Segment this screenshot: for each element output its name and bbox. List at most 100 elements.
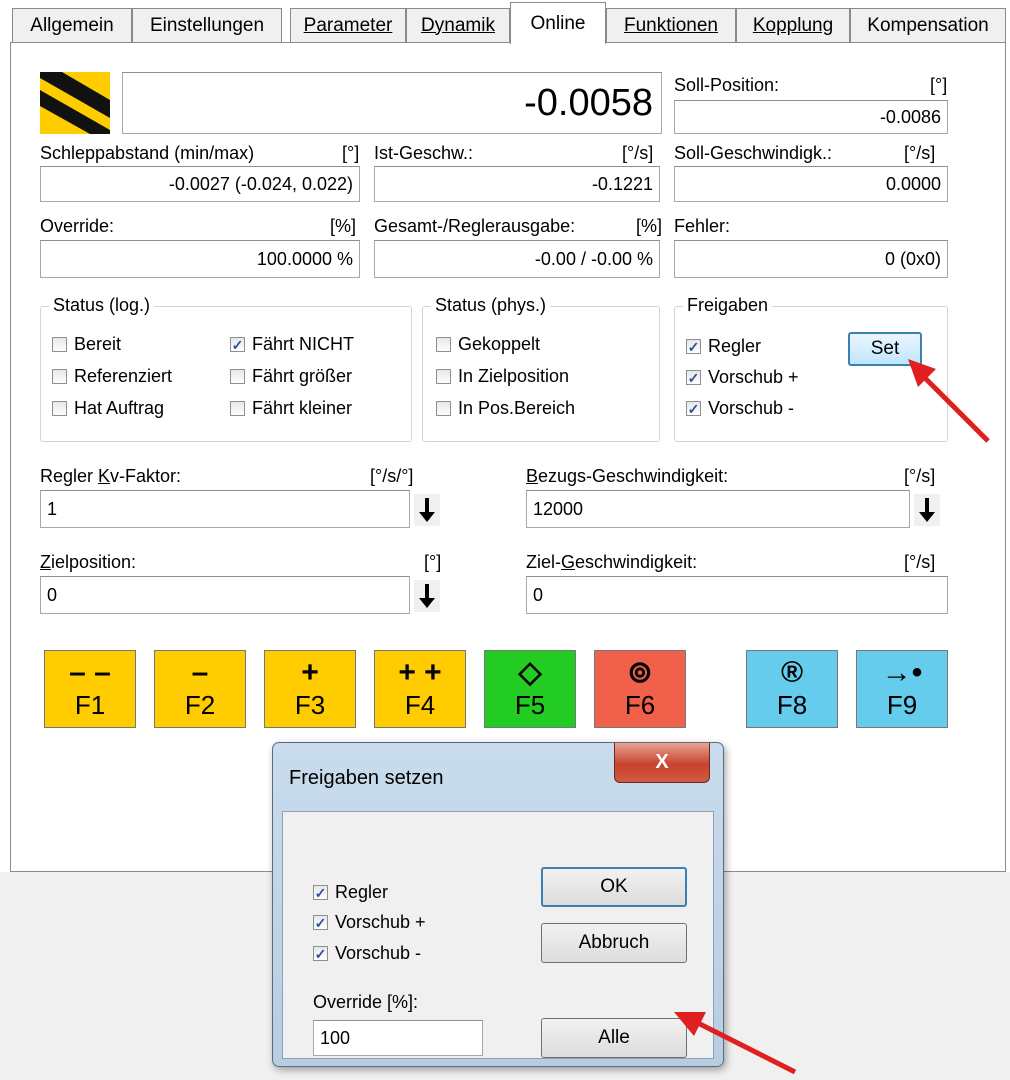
checkbox-box[interactable] [52,337,67,352]
checkbox-label: Fährt kleiner [252,398,353,418]
checkbox-box[interactable] [436,337,451,352]
tab-kopplung[interactable]: Kopplung [736,8,850,42]
f6-stop-button[interactable]: ⊚ F6 [594,650,686,728]
dialog-checkbox-vorschub-plus[interactable]: ✓ Vorschub + [313,912,426,933]
dialog-override-input[interactable]: 100 [313,1020,483,1056]
ok-button[interactable]: OK [541,867,687,907]
fkey-label: F5 [514,690,546,720]
soll-geschw-field: 0.0000 [674,166,948,202]
checkbox-label: Vorschub - [708,398,795,418]
checkbox-regler[interactable]: ✓ Regler [686,336,761,357]
f2-minus-button[interactable]: – F2 [154,650,246,728]
dialog-close-button[interactable]: X [614,743,710,783]
checkbox-label: Gekoppelt [458,334,541,354]
soll-position-label: Soll-Position: [674,75,780,95]
kv-faktor-apply-button[interactable] [414,494,440,526]
tab-label: Allgemein [30,14,114,36]
f4-fast-plus-button[interactable]: + + F4 [374,650,466,728]
checkbox-checked[interactable]: ✓ [686,401,701,416]
f1-fast-minus-button[interactable]: – – F1 [44,650,136,728]
checkbox-vorschub-minus[interactable]: ✓ Vorschub - [686,398,794,419]
checkbox-box[interactable] [52,401,67,416]
checkbox-in-pos-bereich[interactable]: In Pos.Bereich [436,398,575,419]
checkbox-box[interactable] [436,369,451,384]
checkbox-checked[interactable]: ✓ [313,946,328,961]
tab-online[interactable]: Online [510,2,606,44]
annotation-arrow-icon [908,359,990,443]
tab-allgemein[interactable]: Allgemein [12,8,132,42]
checkbox-label: Referenziert [74,366,173,386]
checkbox-faehrt-kleiner[interactable]: Fährt kleiner [230,398,352,419]
checkbox-in-zielposition[interactable]: In Zielposition [436,366,569,387]
fkey-label: F8 [776,690,808,720]
tab-label: Online [530,12,586,34]
checkbox-bereit[interactable]: Bereit [52,334,121,355]
checkbox-label: Fährt NICHT [252,334,355,354]
dialog-checkbox-vorschub-minus[interactable]: ✓ Vorschub - [313,943,421,964]
ziel-geschw-input[interactable]: 0 [526,576,948,614]
close-icon: X [655,751,669,773]
bezugs-geschw-label: Bezugs-Geschwindigkeit: [526,466,729,486]
status-phys-title: Status (phys.) [431,295,551,316]
checkbox-referenziert[interactable]: Referenziert [52,366,172,387]
checkbox-box[interactable] [230,369,245,384]
jog-plus-icon: + [301,656,319,689]
jog-fast-plus-icon: + + [398,656,442,689]
checkbox-label: Hat Auftrag [74,398,165,418]
checkbox-checked[interactable]: ✓ [313,885,328,900]
f3-plus-button[interactable]: + F3 [264,650,356,728]
tab-label: Parameter [303,14,393,36]
f5-start-button[interactable]: ◇ F5 [484,650,576,728]
f9-reference-button[interactable]: →• F9 [856,650,948,728]
schleppabstand-field: -0.0027 (-0.024, 0.022) [40,166,360,202]
ist-geschw-label: Ist-Geschw.: [374,143,474,163]
freigaben-title: Freigaben [683,295,773,316]
zielposition-label: Zielposition: [40,552,137,572]
fkey-label: F9 [886,690,918,720]
tab-kompensation[interactable]: Kompensation [850,8,1006,42]
arrow-down-icon [919,498,935,522]
tab-dynamik[interactable]: Dynamik [406,8,510,42]
checkbox-label: Vorschub + [708,367,799,387]
fkey-label: F6 [624,690,656,720]
checkbox-hat-auftrag[interactable]: Hat Auftrag [52,398,164,419]
checkbox-label: In Zielposition [458,366,570,386]
bezugs-geschw-apply-button[interactable] [914,494,940,526]
tab-funktionen[interactable]: Funktionen [606,8,736,42]
checkbox-checked[interactable]: ✓ [686,339,701,354]
checkbox-label: In Pos.Bereich [458,398,576,418]
tab-label: Funktionen [623,14,718,36]
checkbox-box[interactable] [52,369,67,384]
checkbox-checked[interactable]: ✓ [313,915,328,930]
ist-geschw-field: -0.1221 [374,166,660,202]
ziel-geschw-unit: [°/s] [904,552,936,572]
zielposition-input[interactable]: 0 [40,576,410,614]
kv-faktor-input[interactable]: 1 [40,490,410,528]
checkbox-box[interactable] [230,401,245,416]
dialog-checkbox-regler[interactable]: ✓ Regler [313,882,388,903]
soll-position-field: -0.0086 [674,100,948,134]
tab-label: Einstellungen [149,14,265,36]
checkbox-checked[interactable]: ✓ [230,337,245,352]
tab-bar: Allgemein Einstellungen Parameter Dynami… [0,0,1010,44]
cancel-button[interactable]: Abbruch [541,923,687,963]
checkbox-checked[interactable]: ✓ [686,370,701,385]
checkbox-faehrt-nicht[interactable]: ✓ Fährt NICHT [230,334,354,355]
checkbox-vorschub-plus[interactable]: ✓ Vorschub + [686,367,799,388]
zielposition-apply-button[interactable] [414,580,440,612]
ist-geschw-unit: [°/s] [622,143,654,163]
dialog-body: ✓ Regler ✓ Vorschub + ✓ Vorschub - OK Abbru… [282,811,714,1059]
tab-einstellungen[interactable]: Einstellungen [132,8,282,42]
kv-faktor-label: Regler Kv-Faktor: [40,466,182,486]
start-icon: ◇ [518,656,542,689]
fkey-label: F3 [294,690,326,720]
fkey-label: F1 [74,690,106,720]
bezugs-geschw-input[interactable]: 12000 [526,490,910,528]
f8-reset-button[interactable]: ® F8 [746,650,838,728]
checkbox-gekoppelt[interactable]: Gekoppelt [436,334,540,355]
checkbox-box[interactable] [436,401,451,416]
tab-parameter[interactable]: Parameter [290,8,406,42]
checkbox-label: Bereit [74,334,122,354]
checkbox-faehrt-groesser[interactable]: Fährt größer [230,366,352,387]
fkey-label: F4 [404,690,436,720]
